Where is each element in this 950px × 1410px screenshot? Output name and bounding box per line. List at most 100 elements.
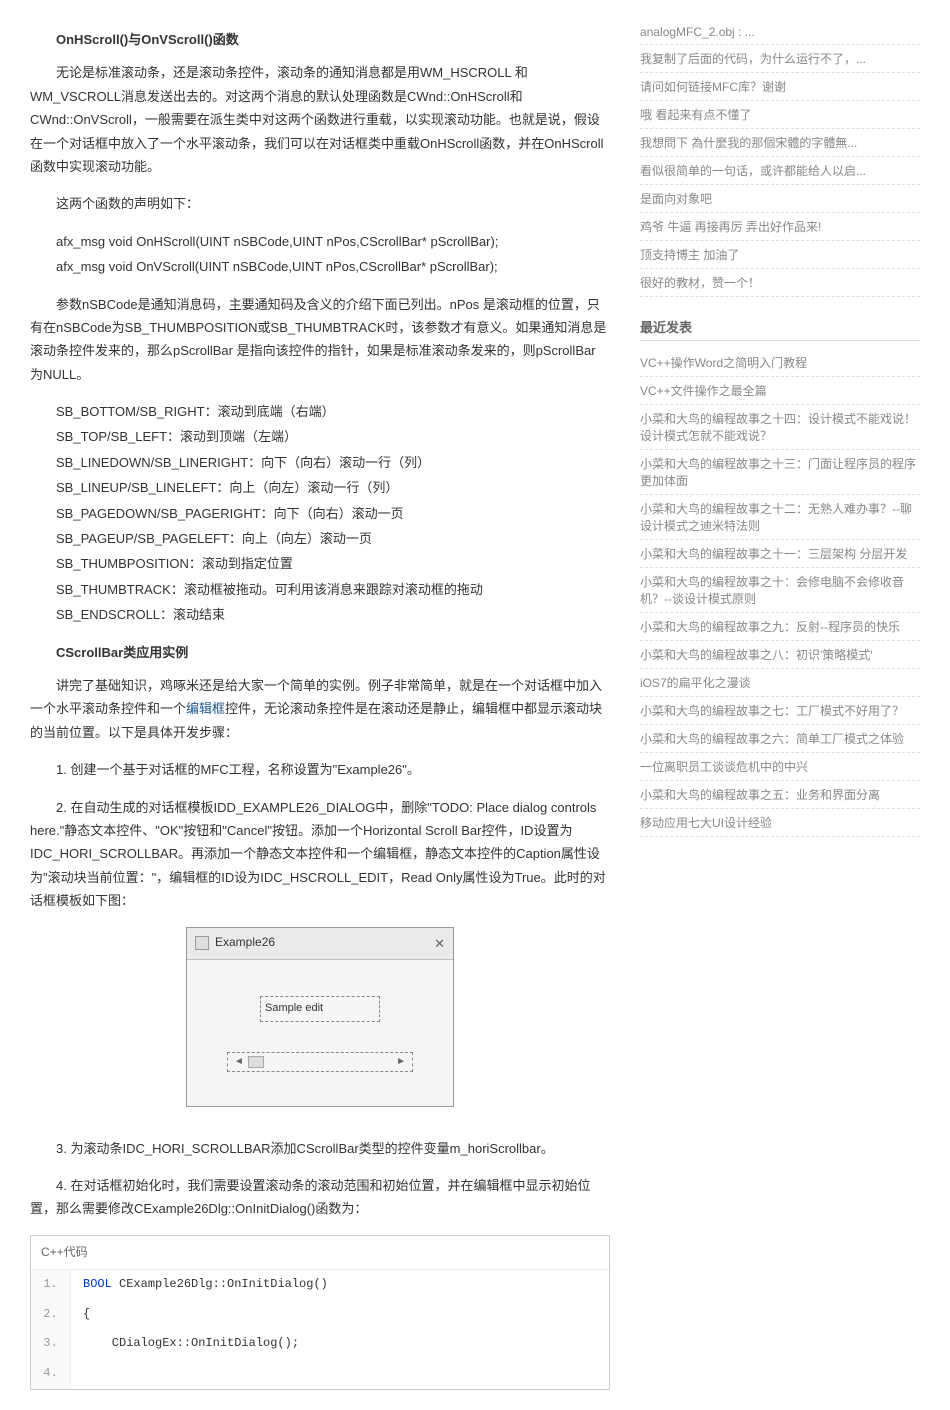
post-item[interactable]: 小菜和大鸟的编程故事之六：简单工厂模式之体验 bbox=[640, 725, 920, 753]
code-row: 1.BOOL CExample26Dlg::OnInitDialog() bbox=[31, 1270, 609, 1300]
post-link[interactable]: 小菜和大鸟的编程故事之九：反射--程序员的快乐 bbox=[640, 620, 900, 634]
comment-link[interactable]: 是面向对象吧 bbox=[640, 192, 712, 206]
post-item[interactable]: 小菜和大鸟的编程故事之十：会修电脑不会修收音机？--谈设计模式原则 bbox=[640, 568, 920, 613]
post-item[interactable]: 小菜和大鸟的编程故事之十三：门面让程序员的程序更加体面 bbox=[640, 450, 920, 495]
const-line: SB_TOP/SB_LEFT：滚动到顶端（左端） bbox=[30, 425, 610, 448]
comment-item[interactable]: analogMFC_2.obj : ... bbox=[640, 20, 920, 45]
paragraph: 这两个函数的声明如下： bbox=[30, 192, 610, 215]
post-link[interactable]: iOS7的扁平化之漫谈 bbox=[640, 676, 751, 690]
paragraph: 无论是标准滚动条，还是滚动条控件，滚动条的通知消息都是用WM_HSCROLL 和… bbox=[30, 61, 610, 178]
section-heading: CScrollBar类应用实例 bbox=[30, 641, 610, 664]
post-item[interactable]: 小菜和大鸟的编程故事之十一：三层架构 分层开发 bbox=[640, 540, 920, 568]
step: 2. 在自动生成的对话框模板IDD_EXAMPLE26_DIALOG中，删除"T… bbox=[30, 796, 610, 913]
comment-item[interactable]: 我想問下 為什麼我的那個宋體的字體無... bbox=[640, 129, 920, 157]
comment-link[interactable]: 哦 看起来有点不懂了 bbox=[640, 108, 751, 122]
post-link[interactable]: 小菜和大鸟的编程故事之八：初识'策略模式' bbox=[640, 648, 873, 662]
paragraph: 讲完了基础知识，鸡啄米还是给大家一个简单的实例。例子非常简单，就是在一个对话框中… bbox=[30, 674, 610, 744]
post-link[interactable]: 小菜和大鸟的编程故事之十四：设计模式不能戏说！设计模式怎就不能戏说？ bbox=[640, 412, 916, 443]
post-item[interactable]: 小菜和大鸟的编程故事之八：初识'策略模式' bbox=[640, 641, 920, 669]
const-line: SB_LINEDOWN/SB_LINERIGHT：向下（向右）滚动一行（列） bbox=[30, 451, 610, 474]
comment-link[interactable]: 看似很简单的一句话，或许都能给人以启... bbox=[640, 164, 866, 178]
post-link[interactable]: 小菜和大鸟的编程故事之十三：门面让程序员的程序更加体面 bbox=[640, 457, 916, 488]
post-link[interactable]: VC++操作Word之简明入门教程 bbox=[640, 356, 807, 370]
recent-posts-list: VC++操作Word之简明入门教程 VC++文件操作之最全篇小菜和大鸟的编程故事之… bbox=[640, 349, 920, 837]
post-link[interactable]: 小菜和大鸟的编程故事之五：业务和界面分离 bbox=[640, 788, 880, 802]
comment-item[interactable]: 请问如何链接MFC库？谢谢 bbox=[640, 73, 920, 101]
post-link[interactable]: 小菜和大鸟的编程故事之十二：无熟人难办事？--聊设计模式之迪米特法则 bbox=[640, 502, 912, 533]
post-link[interactable]: 一位离职员工谈谈危机中的中兴 bbox=[640, 760, 808, 774]
comment-item[interactable]: 看似很简单的一句话，或许都能给人以启... bbox=[640, 157, 920, 185]
close-icon: ✕ bbox=[434, 932, 445, 955]
const-line: SB_PAGEDOWN/SB_PAGERIGHT：向下（向右）滚动一页 bbox=[30, 502, 610, 525]
post-item[interactable]: 小菜和大鸟的编程故事之九：反射--程序员的快乐 bbox=[640, 613, 920, 641]
const-line: SB_PAGEUP/SB_PAGELEFT：向上（向左）滚动一页 bbox=[30, 527, 610, 550]
code-body: 1.BOOL CExample26Dlg::OnInitDialog() 2.{… bbox=[31, 1270, 609, 1388]
line-number: 3. bbox=[31, 1329, 71, 1359]
step: 3. 为滚动条IDC_HORI_SCROLLBAR添加CScrollBar类型的… bbox=[30, 1137, 610, 1160]
line-number: 2. bbox=[31, 1300, 71, 1330]
edit-box-link[interactable]: 编辑框 bbox=[186, 701, 225, 716]
article-body: OnHScroll()与OnVScroll()函数 无论是标准滚动条，还是滚动条… bbox=[30, 20, 610, 1390]
comment-item[interactable]: 顶支持博主 加油了 bbox=[640, 241, 920, 269]
comment-link[interactable]: 我复制了后面的代码，为什么运行不了，... bbox=[640, 52, 866, 66]
const-line: SB_THUMBTRACK：滚动框被拖动。可利用该消息来跟踪对滚动框的拖动 bbox=[30, 578, 610, 601]
comment-link[interactable]: analogMFC_2.obj : ... bbox=[640, 25, 755, 39]
comment-item[interactable]: 是面向对象吧 bbox=[640, 185, 920, 213]
paragraph: 参数nSBCode是通知消息码，主要通知码及含义的介绍下面已列出。nPos 是滚… bbox=[30, 293, 610, 387]
post-item[interactable]: VC++操作Word之简明入门教程 bbox=[640, 349, 920, 377]
comment-item[interactable]: 我复制了后面的代码，为什么运行不了，... bbox=[640, 45, 920, 73]
code-signature: afx_msg void OnVScroll(UINT nSBCode,UINT… bbox=[30, 255, 610, 278]
comment-link[interactable]: 顶支持博主 加油了 bbox=[640, 248, 739, 262]
code-rest: CExample26Dlg::OnInitDialog() bbox=[119, 1277, 328, 1291]
code-row: 3. CDialogEx::OnInitDialog(); bbox=[31, 1329, 609, 1359]
arrow-right-icon: ► bbox=[396, 1053, 406, 1071]
code-block: C++代码 1.BOOL CExample26Dlg::OnInitDialog… bbox=[30, 1235, 610, 1390]
post-link[interactable]: VC++文件操作之最全篇 bbox=[640, 384, 767, 398]
dialog-screenshot: Example26 ✕ Sample edit ◄ ► bbox=[186, 927, 454, 1107]
code-text: CDialogEx::OnInitDialog(); bbox=[71, 1329, 311, 1359]
dialog-body: Sample edit ◄ ► bbox=[187, 960, 453, 1092]
comment-item[interactable]: 很好的教材，赞一个！ bbox=[640, 269, 920, 297]
post-link[interactable]: 小菜和大鸟的编程故事之六：简单工厂模式之体验 bbox=[640, 732, 904, 746]
post-link[interactable]: 小菜和大鸟的编程故事之十：会修电脑不会修收音机？--谈设计模式原则 bbox=[640, 575, 904, 606]
post-link[interactable]: 小菜和大鸟的编程故事之十一：三层架构 分层开发 bbox=[640, 547, 907, 561]
comment-link[interactable]: 请问如何链接MFC库？谢谢 bbox=[640, 80, 786, 94]
code-row: 2.{ bbox=[31, 1300, 609, 1330]
code-row: 4. bbox=[31, 1359, 609, 1389]
scroll-thumb bbox=[248, 1056, 264, 1068]
code-signature: afx_msg void OnHScroll(UINT nSBCode,UINT… bbox=[30, 230, 610, 253]
line-number: 4. bbox=[31, 1359, 71, 1389]
post-link[interactable]: 移动应用七大UI设计经验 bbox=[640, 816, 772, 830]
comment-list: analogMFC_2.obj : ... 我复制了后面的代码，为什么运行不了，.… bbox=[640, 20, 920, 297]
comment-item[interactable]: 鸡爷 牛逼 再接再厉 弄出好作品来! bbox=[640, 213, 920, 241]
const-line: SB_LINEUP/SB_LINELEFT：向上（向左）滚动一行（列） bbox=[30, 476, 610, 499]
horizontal-scrollbar: ◄ ► bbox=[227, 1052, 413, 1072]
const-line: SB_THUMBPOSITION：滚动到指定位置 bbox=[30, 552, 610, 575]
code-text bbox=[71, 1359, 95, 1389]
line-number: 1. bbox=[31, 1270, 71, 1300]
post-item[interactable]: 小菜和大鸟的编程故事之十四：设计模式不能戏说！设计模式怎就不能戏说？ bbox=[640, 405, 920, 450]
post-item[interactable]: iOS7的扁平化之漫谈 bbox=[640, 669, 920, 697]
comment-link[interactable]: 鸡爷 牛逼 再接再厉 弄出好作品来! bbox=[640, 220, 821, 234]
sidebar-section-title: 最近发表 bbox=[640, 317, 920, 341]
comment-link[interactable]: 很好的教材，赞一个！ bbox=[640, 276, 760, 290]
const-line: SB_ENDSCROLL：滚动结束 bbox=[30, 603, 610, 626]
comment-link[interactable]: 我想問下 為什麼我的那個宋體的字體無... bbox=[640, 136, 857, 150]
post-item[interactable]: 移动应用七大UI设计经验 bbox=[640, 809, 920, 837]
post-item[interactable]: 一位离职员工谈谈危机中的中兴 bbox=[640, 753, 920, 781]
const-line: SB_BOTTOM/SB_RIGHT：滚动到底端（右端） bbox=[30, 400, 610, 423]
post-item[interactable]: 小菜和大鸟的编程故事之五：业务和界面分离 bbox=[640, 781, 920, 809]
sidebar: analogMFC_2.obj : ... 我复制了后面的代码，为什么运行不了，.… bbox=[640, 20, 920, 1390]
post-item[interactable]: 小菜和大鸟的编程故事之七：工厂模式不好用了？ bbox=[640, 697, 920, 725]
post-item[interactable]: 小菜和大鸟的编程故事之十二：无熟人难办事？--聊设计模式之迪米特法则 bbox=[640, 495, 920, 540]
comment-item[interactable]: 哦 看起来有点不懂了 bbox=[640, 101, 920, 129]
post-item[interactable]: VC++文件操作之最全篇 bbox=[640, 377, 920, 405]
post-link[interactable]: 小菜和大鸟的编程故事之七：工厂模式不好用了？ bbox=[640, 704, 904, 718]
step: 1. 创建一个基于对话框的MFC工程，名称设置为"Example26"。 bbox=[30, 758, 610, 781]
section-heading: OnHScroll()与OnVScroll()函数 bbox=[30, 28, 610, 51]
code-text: BOOL CExample26Dlg::OnInitDialog() bbox=[71, 1270, 340, 1300]
dialog-title-text: Example26 bbox=[215, 932, 275, 954]
arrow-left-icon: ◄ bbox=[234, 1053, 244, 1071]
dialog-titlebar: Example26 ✕ bbox=[187, 928, 453, 960]
code-header: C++代码 bbox=[31, 1236, 609, 1271]
